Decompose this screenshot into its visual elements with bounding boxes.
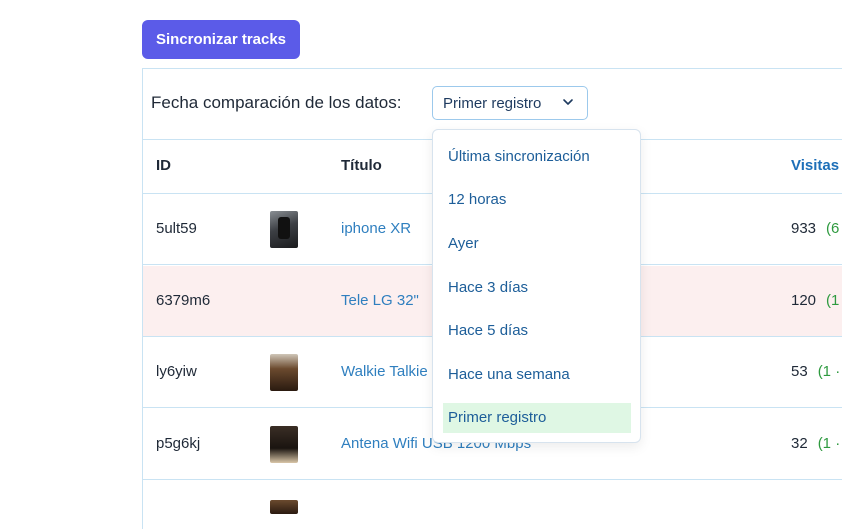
row-id: 5ult59	[156, 220, 197, 237]
option-3-days[interactable]: Hace 3 días	[443, 273, 631, 303]
row-title-link[interactable]: iphone XR	[341, 220, 411, 237]
product-thumbnail	[270, 426, 298, 463]
visits-delta: (6	[826, 220, 840, 237]
row-visits: 933 (6	[791, 220, 839, 237]
visits-count: 933	[791, 220, 817, 237]
row-id: 6379m6	[156, 292, 211, 309]
chevron-down-icon	[561, 95, 575, 109]
product-thumbnail	[270, 211, 298, 248]
comparison-date-select[interactable]: Primer registro	[432, 86, 588, 120]
row-visits: 32 (1 ·	[791, 435, 840, 452]
comparison-date-label: Fecha comparación de los datos:	[151, 93, 402, 112]
column-header-title[interactable]: Título	[341, 157, 382, 174]
visits-count: 120	[791, 292, 817, 309]
row-id: ly6yiw	[156, 363, 197, 380]
comparison-date-dropdown: Última sincronización 12 horas Ayer Hace…	[432, 129, 641, 443]
visits-delta: (1	[826, 292, 840, 309]
row-visits: 53 (1 ·	[791, 363, 840, 380]
visits-delta: (1 ·	[817, 435, 841, 452]
option-last-sync[interactable]: Última sincronización	[443, 142, 631, 172]
row-id: p5g6kj	[156, 435, 201, 452]
table-row[interactable]	[143, 482, 842, 514]
option-5-days[interactable]: Hace 5 días	[443, 316, 631, 346]
product-thumbnail	[270, 500, 298, 514]
column-header-id[interactable]: ID	[156, 157, 171, 174]
column-header-visits[interactable]: Visitas	[791, 157, 839, 174]
row-visits: 120 (1	[791, 292, 839, 309]
comparison-date-value: Primer registro	[443, 95, 542, 112]
row-title-link[interactable]: Tele LG 32"	[341, 292, 419, 309]
visits-count: 32	[791, 435, 808, 452]
product-thumbnail	[270, 354, 298, 391]
option-one-week[interactable]: Hace una semana	[443, 360, 631, 390]
row-title-link[interactable]: Walkie Talkie	[341, 363, 428, 380]
option-12-hours[interactable]: 12 horas	[443, 185, 631, 215]
option-yesterday[interactable]: Ayer	[443, 229, 631, 259]
visits-delta: (1 ·	[817, 363, 841, 380]
sync-tracks-button[interactable]: Sincronizar tracks	[142, 20, 300, 59]
option-first-record[interactable]: Primer registro	[443, 403, 631, 433]
visits-count: 53	[791, 363, 808, 380]
